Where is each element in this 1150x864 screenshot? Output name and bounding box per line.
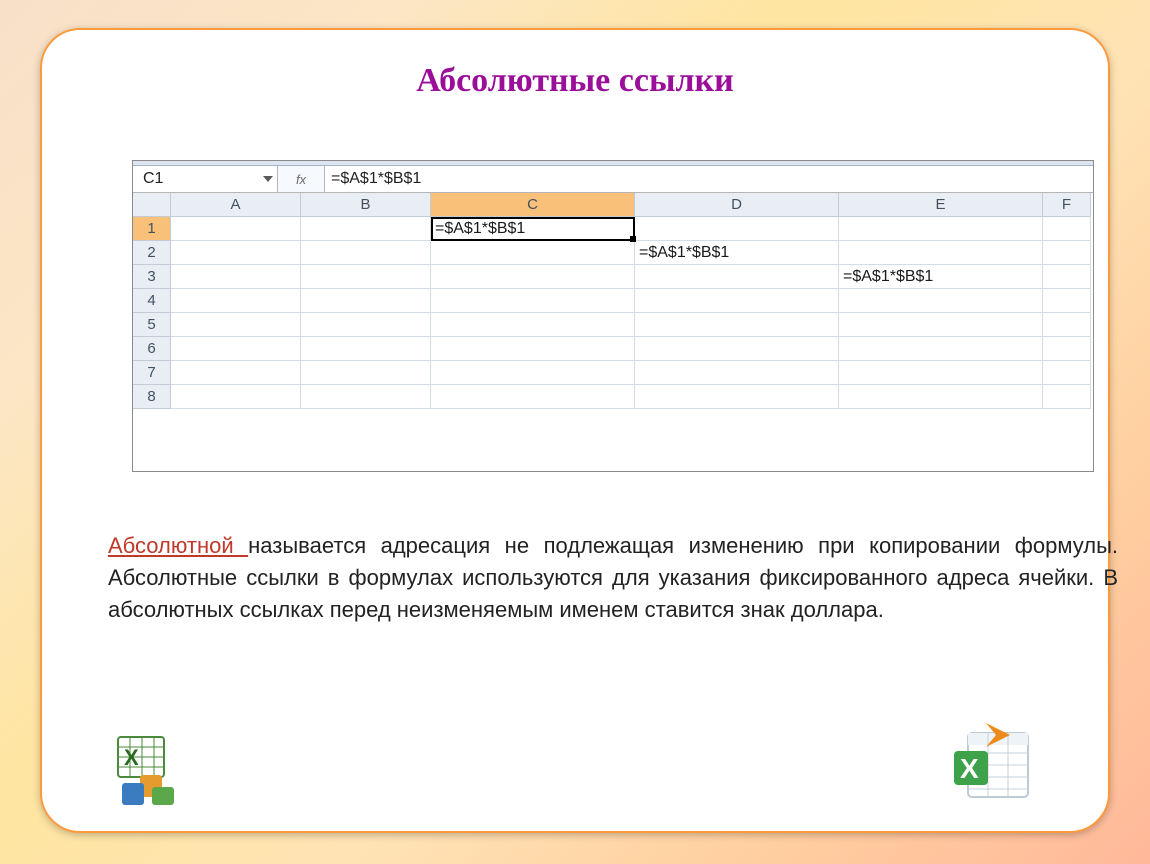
row-7: 7 [133,361,1093,385]
name-box[interactable]: C1 [133,166,278,192]
cell-B3[interactable] [301,265,431,289]
col-header-F[interactable]: F [1043,193,1091,217]
cell-B2[interactable] [301,241,431,265]
cell-B1[interactable] [301,217,431,241]
svg-text:X: X [124,745,139,770]
svg-text:X: X [960,753,979,784]
cell-E4[interactable] [839,289,1043,313]
cell-B6[interactable] [301,337,431,361]
row-3: 3 =$A$1*$B$1 [133,265,1093,289]
row-header-4[interactable]: 4 [133,289,171,313]
cell-B7[interactable] [301,361,431,385]
cell-F2[interactable] [1043,241,1091,265]
cell-B4[interactable] [301,289,431,313]
cell-E1[interactable] [839,217,1043,241]
cell-B8[interactable] [301,385,431,409]
cell-E8[interactable] [839,385,1043,409]
cell-C3[interactable] [431,265,635,289]
paragraph-body: называется адресация не подлежащая измен… [108,533,1118,622]
cell-E2[interactable] [839,241,1043,265]
cell-F1[interactable] [1043,217,1091,241]
row-5: 5 [133,313,1093,337]
cell-A6[interactable] [171,337,301,361]
cell-A4[interactable] [171,289,301,313]
col-header-A[interactable]: A [171,193,301,217]
spreadsheet-screenshot: C1 fx =$A$1*$B$1 A B C D E F 1 =$A$1*$B$… [132,160,1094,472]
cell-C2[interactable] [431,241,635,265]
cell-D3[interactable] [635,265,839,289]
cell-D6[interactable] [635,337,839,361]
cell-E5[interactable] [839,313,1043,337]
name-box-dropdown-icon[interactable] [263,176,273,182]
cell-F6[interactable] [1043,337,1091,361]
cell-C6[interactable] [431,337,635,361]
keyword-absolute: Абсолютной [108,533,248,558]
cell-C4[interactable] [431,289,635,313]
cell-D8[interactable] [635,385,839,409]
cell-F3[interactable] [1043,265,1091,289]
slide-card: Абсолютные ссылки C1 fx =$A$1*$B$1 A B C… [40,28,1110,833]
excel-2007-icon: X [946,723,1042,809]
col-header-B[interactable]: B [301,193,431,217]
cell-E6[interactable] [839,337,1043,361]
cell-A1[interactable] [171,217,301,241]
fx-icon[interactable]: fx [278,166,325,192]
excel-2003-icon: X [116,735,194,807]
row-header-1[interactable]: 1 [133,217,171,241]
col-header-D[interactable]: D [635,193,839,217]
cell-D1[interactable] [635,217,839,241]
cell-F4[interactable] [1043,289,1091,313]
cell-A3[interactable] [171,265,301,289]
cell-A2[interactable] [171,241,301,265]
select-all-corner[interactable] [133,193,171,217]
row-header-8[interactable]: 8 [133,385,171,409]
cell-E3[interactable]: =$A$1*$B$1 [839,265,1043,289]
name-box-value: C1 [143,170,163,188]
row-header-2[interactable]: 2 [133,241,171,265]
cell-D7[interactable] [635,361,839,385]
row-header-5[interactable]: 5 [133,313,171,337]
row-header-6[interactable]: 6 [133,337,171,361]
row-header-7[interactable]: 7 [133,361,171,385]
slide-title: Абсолютные ссылки [42,62,1108,100]
cell-C1[interactable]: =$A$1*$B$1 [431,217,635,241]
column-header-row: A B C D E F [133,193,1093,217]
formula-bar: C1 fx =$A$1*$B$1 [133,166,1093,193]
row-2: 2 =$A$1*$B$1 [133,241,1093,265]
cell-A5[interactable] [171,313,301,337]
row-header-3[interactable]: 3 [133,265,171,289]
cell-E7[interactable] [839,361,1043,385]
cell-F5[interactable] [1043,313,1091,337]
cell-B5[interactable] [301,313,431,337]
col-header-E[interactable]: E [839,193,1043,217]
col-header-C[interactable]: C [431,193,635,217]
explanation-paragraph: Абсолютной называется адресация не подле… [108,530,1118,626]
row-1: 1 =$A$1*$B$1 [133,217,1093,241]
cell-F8[interactable] [1043,385,1091,409]
cell-A8[interactable] [171,385,301,409]
formula-input[interactable]: =$A$1*$B$1 [325,166,1093,192]
cell-D2[interactable]: =$A$1*$B$1 [635,241,839,265]
cell-D5[interactable] [635,313,839,337]
cell-D4[interactable] [635,289,839,313]
cell-C7[interactable] [431,361,635,385]
cell-F7[interactable] [1043,361,1091,385]
row-6: 6 [133,337,1093,361]
cell-A7[interactable] [171,361,301,385]
cell-C5[interactable] [431,313,635,337]
row-4: 4 [133,289,1093,313]
row-8: 8 [133,385,1093,409]
cell-C8[interactable] [431,385,635,409]
